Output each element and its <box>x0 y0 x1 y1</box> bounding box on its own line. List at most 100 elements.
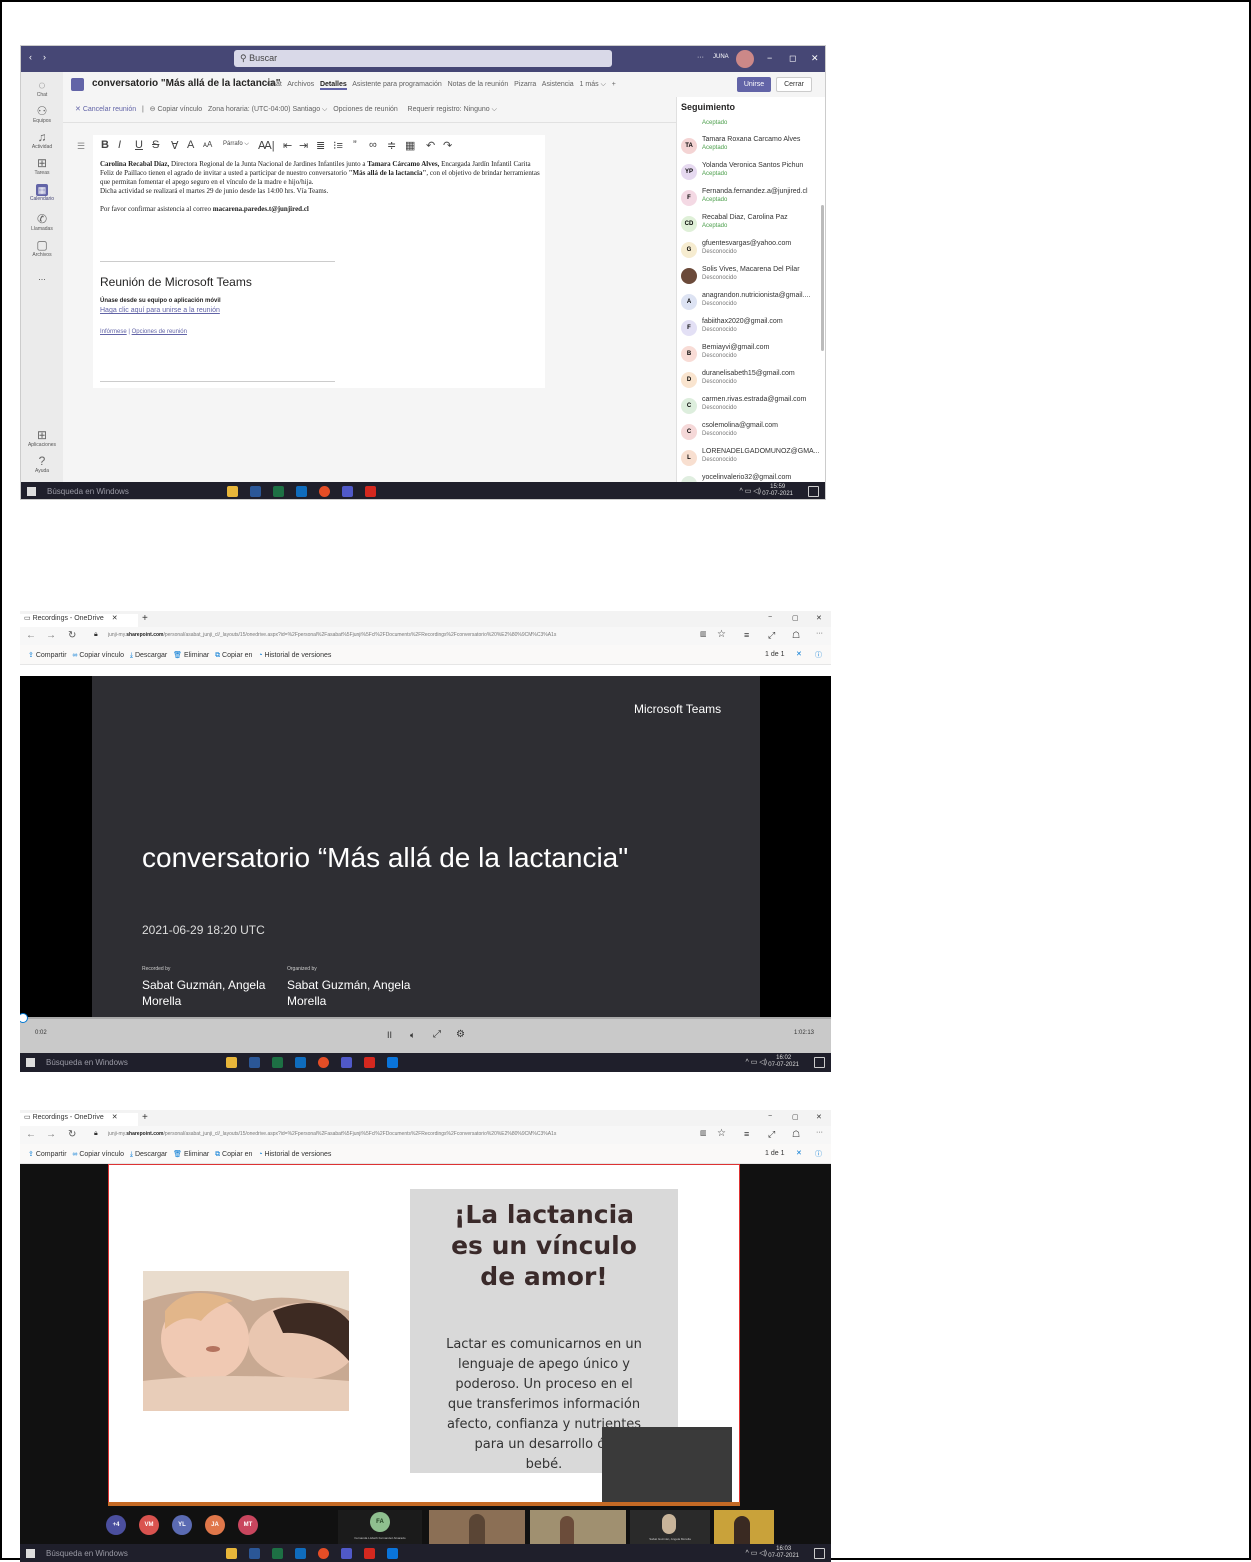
more-icon[interactable]: ··· <box>697 54 704 61</box>
info-icon[interactable]: ⓘ <box>815 650 822 660</box>
redo-icon[interactable]: ↷ <box>443 139 452 152</box>
table-icon[interactable]: ▦ <box>405 139 415 152</box>
refresh-icon[interactable]: ↻ <box>68 1129 76 1140</box>
close-tab-icon[interactable]: ✕ <box>112 615 118 622</box>
close-tab-icon[interactable]: ✕ <box>112 1114 118 1121</box>
link-icon[interactable]: ∞ <box>369 139 377 151</box>
join-button[interactable]: Unirse <box>737 77 771 92</box>
edge-icon[interactable] <box>387 1057 398 1068</box>
list-item[interactable]: Solis Vives, Macarena Del Pilar Desconoci… <box>681 266 823 292</box>
fullscreen-icon[interactable]: ⤢ <box>433 1029 441 1040</box>
quote-icon[interactable]: ” <box>353 139 357 151</box>
progress-handle[interactable] <box>20 1013 28 1023</box>
font-size-icon[interactable]: ᴀA <box>203 140 212 149</box>
minimize-button[interactable]: − <box>768 1113 772 1120</box>
notification-icon[interactable] <box>808 486 819 497</box>
list-item[interactable]: Ccsolemolina@gmail.com Desconocido <box>681 422 823 448</box>
download-button[interactable]: Descargar <box>135 1151 167 1158</box>
rail-item-teams[interactable]: ⚇ Equipos <box>21 104 63 124</box>
clock[interactable]: 16:03 07-07-2021 <box>768 1546 799 1560</box>
back-arrow-icon[interactable]: ‹ <box>29 52 32 62</box>
participant-avatar[interactable]: VM <box>139 1515 159 1535</box>
progress-track[interactable] <box>20 1017 831 1019</box>
file-explorer-icon[interactable] <box>227 486 238 497</box>
reader-icon[interactable]: ▥ <box>700 630 707 638</box>
taskbar-search[interactable]: Búsqueda en Windows <box>47 487 129 496</box>
confirm-email[interactable]: macarena.paredes.t@junjired.cl <box>213 205 309 213</box>
outlook-icon[interactable] <box>295 1057 306 1068</box>
participant-avatar[interactable]: YL <box>172 1515 192 1535</box>
taskbar-search[interactable]: Búsqueda en Windows <box>46 1058 128 1067</box>
url-input[interactable]: junji-my.sharepoint.com/personal/asabat_… <box>108 632 692 638</box>
close-icon[interactable]: ✕ <box>796 650 802 658</box>
chrome-icon[interactable] <box>318 1057 329 1068</box>
participant-avatar[interactable]: +4 <box>106 1515 126 1535</box>
tab-chat[interactable]: Chat <box>267 81 282 88</box>
collections-icon[interactable]: ⤢ <box>768 1129 775 1140</box>
info-icon[interactable]: ⓘ <box>815 1149 822 1159</box>
excel-icon[interactable] <box>272 1057 283 1068</box>
rail-item-activity[interactable]: ♫ Actividad <box>21 130 63 150</box>
new-tab-icon[interactable]: + <box>142 613 148 624</box>
rail-item-help[interactable]: ? Ayuda <box>21 454 63 474</box>
list-item[interactable]: F Fernanda.fernandez.a@junjired.cl Aceptad… <box>681 188 823 214</box>
minimize-button[interactable]: − <box>767 53 772 63</box>
learn-more-link[interactable]: Infórmese <box>100 329 127 335</box>
list-item[interactable]: CD Recabal Diaz, Carolina Paz Aceptado <box>681 214 823 240</box>
chrome-icon[interactable] <box>319 486 330 497</box>
teams-icon[interactable] <box>341 1548 352 1559</box>
participant-video-tile[interactable]: Sabat Guzmán, Angela Morella <box>630 1510 710 1544</box>
word-icon[interactable] <box>250 486 261 497</box>
meeting-options-button[interactable]: Opciones de reunión <box>333 106 398 113</box>
word-icon[interactable] <box>249 1057 260 1068</box>
add-tab-icon[interactable]: + <box>612 81 616 88</box>
indent-icon[interactable]: ⇥ <box>299 139 308 152</box>
version-history-button[interactable]: Historial de versiones <box>264 652 331 659</box>
delete-button[interactable]: Eliminar <box>184 652 209 659</box>
browser-tab[interactable]: ▭ Recordings - OneDrive ✕ <box>20 614 138 627</box>
excel-icon[interactable] <box>273 486 284 497</box>
acrobat-icon[interactable] <box>365 486 376 497</box>
windows-icon[interactable] <box>27 487 36 496</box>
notification-icon[interactable] <box>814 1548 825 1559</box>
italic-icon[interactable]: I <box>118 139 121 151</box>
tab-details[interactable]: Detalles <box>319 81 347 90</box>
more-icon[interactable]: ··· <box>816 1129 823 1136</box>
list-item[interactable]: Ffabiithax2020@gmail.com Desconocido <box>681 318 823 344</box>
share-button[interactable]: Compartir <box>36 1151 67 1158</box>
copy-link-button[interactable]: Copiar vínculo <box>79 1151 124 1158</box>
collections-icon[interactable]: ⤢ <box>768 630 775 641</box>
list-item[interactable]: L LORENADELGADOMUNOZ@GMA... Desconocido <box>681 448 823 474</box>
timezone-dropdown[interactable]: Zona horaria: (UTC-04:00) Santiago <box>208 106 320 113</box>
participant-video-tile[interactable] <box>714 1510 774 1544</box>
forward-arrow-icon[interactable]: › <box>43 52 46 62</box>
acrobat-icon[interactable] <box>364 1057 375 1068</box>
taskbar-search[interactable]: Búsqueda en Windows <box>46 1549 128 1558</box>
back-arrow-icon[interactable]: ← <box>26 630 36 641</box>
tab-whiteboard[interactable]: Pizarra <box>514 81 536 88</box>
paragraph-dropdown[interactable]: Párrafo ⌵ <box>223 141 249 148</box>
join-meeting-link[interactable]: Haga clic aquí para unirse a la reunión <box>100 307 220 314</box>
highlight-icon[interactable]: ∀ <box>171 139 179 152</box>
maximize-button[interactable]: ▢ <box>792 1113 799 1121</box>
rail-item-tasks[interactable]: ⊞ Tareas <box>21 156 63 176</box>
outlook-icon[interactable] <box>295 1548 306 1559</box>
share-button[interactable]: Compartir <box>36 652 67 659</box>
numbering-icon[interactable]: ⁝≡ <box>333 139 343 152</box>
rail-item-chat[interactable]: ◌ Chat <box>21 78 63 98</box>
excel-icon[interactable] <box>272 1548 283 1559</box>
outdent-icon[interactable]: ⇤ <box>283 139 292 152</box>
rail-item-apps[interactable]: ⊞ Aplicaciones <box>21 428 63 448</box>
rail-item-more[interactable]: ... <box>21 272 63 282</box>
teams-icon[interactable] <box>341 1057 352 1068</box>
meeting-details-editor[interactable]: B I U S ∀ A ᴀA Párrafo ⌵ Ꜳ| ⇤ ⇥ ≣ ⁝≡ ” ∞… <box>93 135 545 388</box>
version-history-button[interactable]: Historial de versiones <box>264 1151 331 1158</box>
rail-item-calendar[interactable]: ▦ Calendario <box>21 184 63 202</box>
browser-tab[interactable]: ▭ Recordings - OneDrive ✕ <box>20 1113 138 1126</box>
favorites-icon[interactable]: ≡ <box>744 1129 749 1139</box>
bold-icon[interactable]: B <box>101 139 109 151</box>
bullets-icon[interactable]: ≣ <box>316 139 325 152</box>
tab-files[interactable]: Archivos <box>287 81 314 88</box>
refresh-icon[interactable]: ↻ <box>68 630 76 641</box>
clock[interactable]: 15:59 07-07-2021 <box>762 484 793 498</box>
